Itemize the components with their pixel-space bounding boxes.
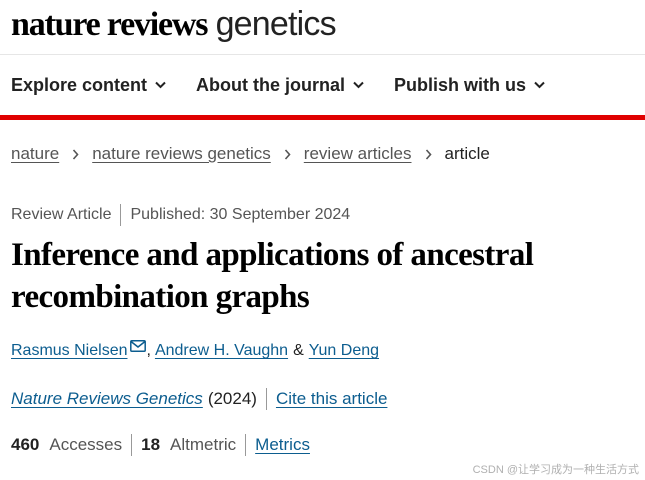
chevron-down-icon bbox=[155, 81, 166, 89]
article-title: Inference and applications of ancestral … bbox=[11, 237, 534, 315]
author-rasmus-nielsen[interactable]: Rasmus Nielsen bbox=[11, 342, 127, 360]
chevron-down-icon bbox=[534, 81, 545, 89]
author-ampersand: & bbox=[293, 342, 304, 359]
chevron-right-icon bbox=[284, 148, 291, 160]
accesses-count: 460 bbox=[11, 435, 40, 454]
breadcrumb-nature-reviews-genetics[interactable]: nature reviews genetics bbox=[92, 144, 271, 164]
chevron-right-icon bbox=[72, 148, 79, 160]
breadcrumb-current: article bbox=[444, 144, 490, 163]
journal-year: (2024) bbox=[207, 389, 257, 408]
metrics-link[interactable]: Metrics bbox=[255, 435, 310, 455]
metrics-divider bbox=[245, 434, 247, 456]
published-date: Published: 30 September 2024 bbox=[130, 206, 351, 223]
nav-explore-content-label: Explore content bbox=[11, 74, 148, 95]
main-nav: Explore content About the journal Publis… bbox=[11, 73, 575, 97]
accent-bar bbox=[0, 115, 645, 120]
article-type: Review Article bbox=[11, 206, 112, 223]
altmetric-label: Altmetric bbox=[170, 435, 237, 454]
logo-bold-text: nature reviews bbox=[11, 6, 209, 43]
nav-publish-with-us-label: Publish with us bbox=[394, 74, 527, 95]
journal-divider bbox=[265, 388, 267, 410]
watermark: CSDN @让学习成为一种生活方式 bbox=[472, 464, 639, 476]
site-logo[interactable]: nature reviews genetics bbox=[11, 4, 337, 44]
logo-light-text: genetics bbox=[215, 5, 337, 43]
nav-about-journal[interactable]: About the journal bbox=[196, 73, 364, 97]
author-comma: , bbox=[146, 342, 151, 359]
author-yun-deng[interactable]: Yun Deng bbox=[309, 342, 379, 360]
chevron-down-icon bbox=[353, 81, 364, 89]
cite-article-link[interactable]: Cite this article bbox=[276, 389, 387, 409]
author-list: Rasmus Nielsen , Andrew H. Vaughn & Yun … bbox=[11, 340, 379, 362]
accesses-label: Accesses bbox=[49, 435, 123, 454]
nav-about-journal-label: About the journal bbox=[196, 74, 346, 95]
chevron-right-icon bbox=[425, 148, 432, 160]
nav-explore-content[interactable]: Explore content bbox=[11, 73, 166, 97]
breadcrumb: nature nature reviews genetics review ar… bbox=[11, 142, 490, 166]
metrics-divider bbox=[131, 434, 133, 456]
meta-divider bbox=[120, 204, 122, 226]
altmetric-count: 18 bbox=[141, 435, 161, 454]
journal-name-link[interactable]: Nature Reviews Genetics bbox=[11, 389, 203, 409]
envelope-icon[interactable] bbox=[130, 340, 147, 352]
nav-publish-with-us[interactable]: Publish with us bbox=[394, 73, 545, 97]
journal-line: Nature Reviews Genetics (2024) Cite this… bbox=[11, 388, 387, 410]
breadcrumb-nature[interactable]: nature bbox=[11, 144, 59, 164]
header-divider bbox=[0, 54, 645, 55]
author-andrew-vaughn[interactable]: Andrew H. Vaughn bbox=[155, 342, 288, 360]
page: nature reviews genetics Explore content … bbox=[0, 0, 645, 480]
article-meta: Review Article Published: 30 September 2… bbox=[11, 204, 350, 226]
breadcrumb-review-articles[interactable]: review articles bbox=[304, 144, 412, 164]
metrics-bar: 460 Accesses 18 Altmetric Metrics bbox=[11, 434, 310, 456]
